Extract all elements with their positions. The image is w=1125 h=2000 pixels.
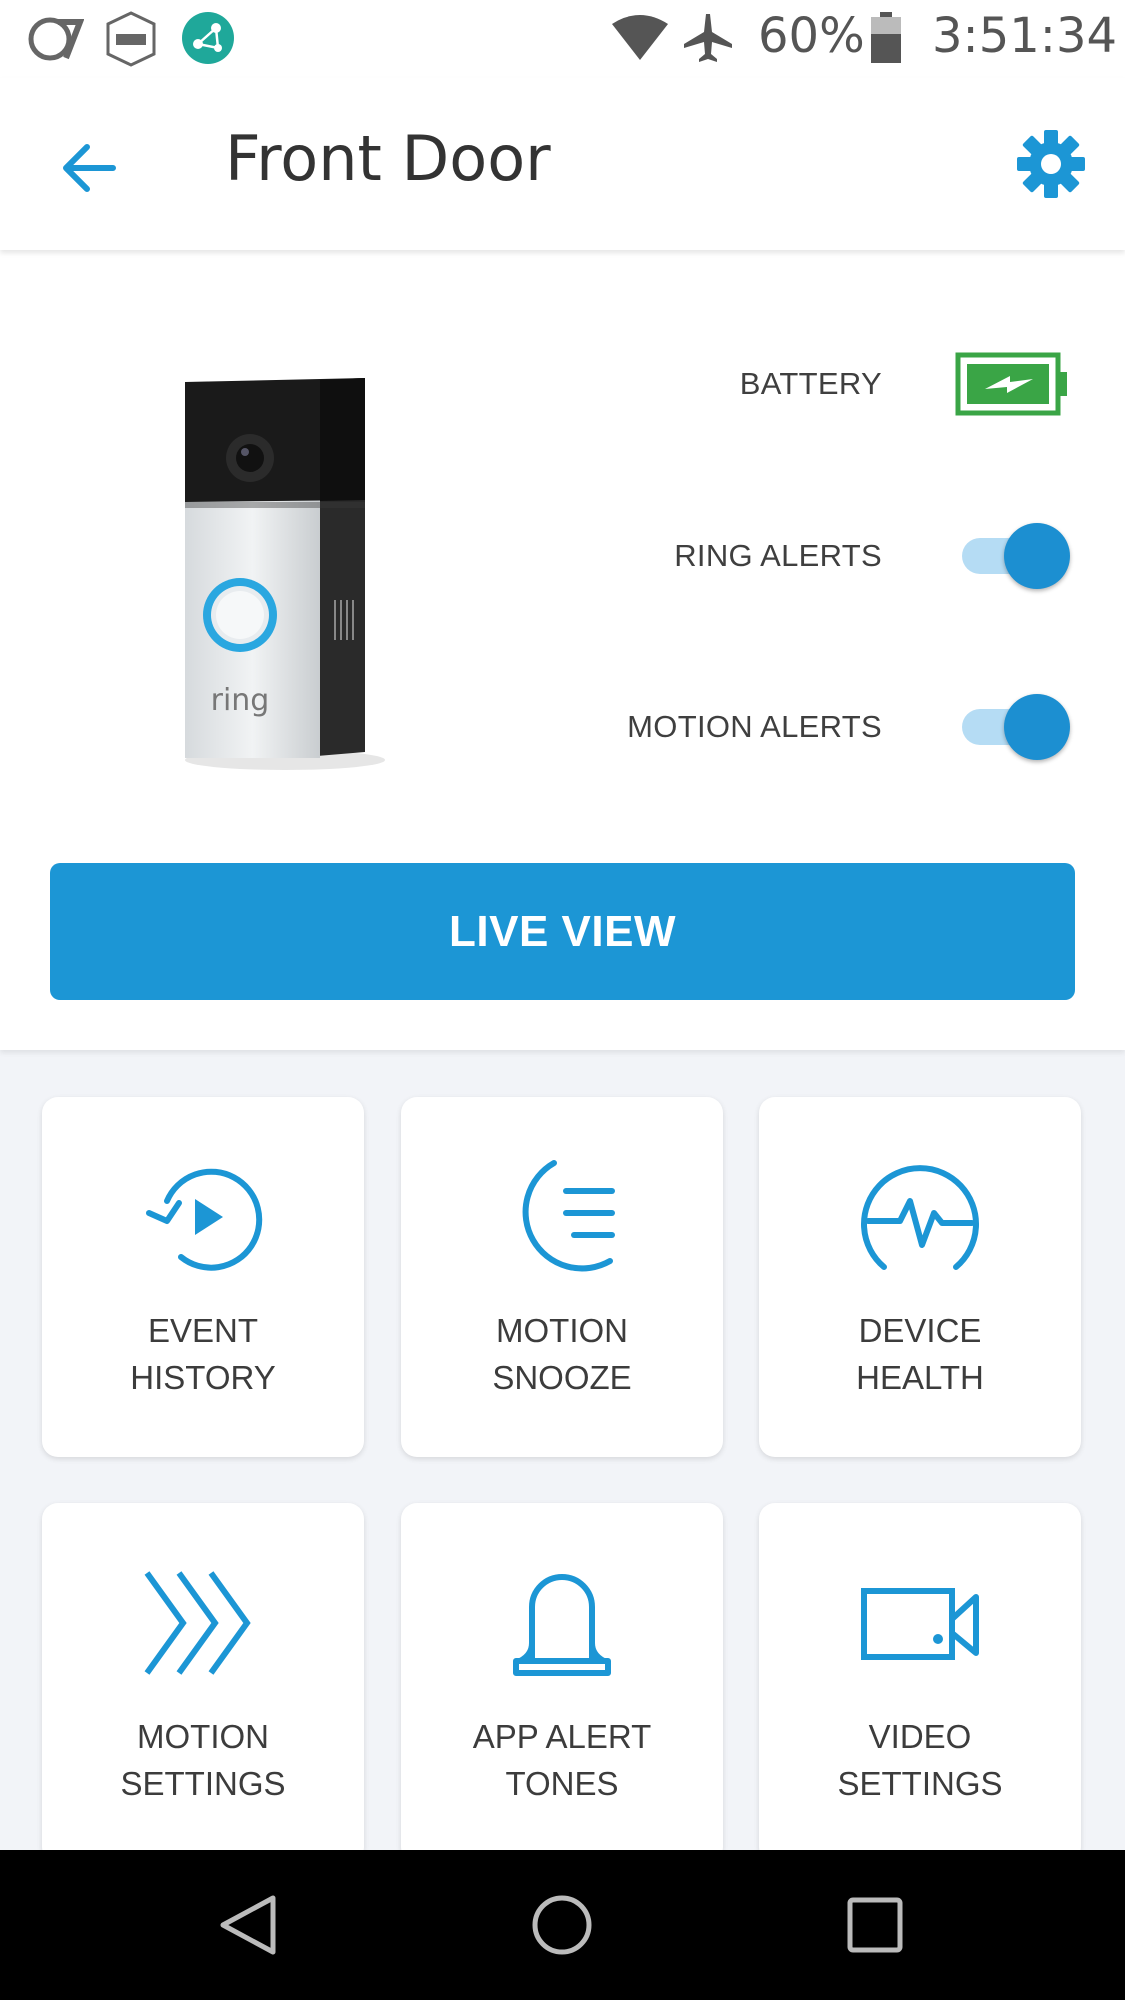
app-alert-tones-tile[interactable]: APP ALERT TONES <box>401 1503 723 1863</box>
tile-label: MOTION SETTINGS <box>120 1718 286 1802</box>
toggle-knob <box>1004 694 1070 760</box>
motion-snooze-icon <box>522 1160 615 1272</box>
clock: 3:51:34 <box>932 8 1118 64</box>
adt-icon <box>106 11 156 67</box>
ring-logo: ring <box>211 683 270 718</box>
toggle-knob <box>1004 523 1070 589</box>
event-history-tile[interactable]: EVENT HISTORY <box>42 1097 364 1457</box>
airplane-mode-icon <box>684 14 732 62</box>
video-camera-icon <box>861 1588 979 1660</box>
wifi-icon <box>612 15 668 60</box>
live-view-button[interactable]: LIVE VIEW <box>50 863 1075 1000</box>
motion-settings-tile[interactable]: MOTION SETTINGS <box>42 1503 364 1863</box>
battery-percent: 60% <box>758 8 865 64</box>
nav-back-icon[interactable] <box>215 1890 285 1960</box>
tile-label: EVENT HISTORY <box>130 1312 276 1396</box>
network-app-icon <box>182 12 234 64</box>
event-history-icon <box>146 1168 263 1271</box>
tile-label: APP ALERT TONES <box>472 1718 652 1802</box>
device-panel: ring BATTERY RING ALERTS MOTION ALERTS L… <box>0 250 1125 1050</box>
bell-icon <box>513 1574 611 1676</box>
nav-recents-icon[interactable] <box>840 1890 910 1960</box>
battery-label: BATTERY <box>739 366 882 401</box>
page-title: Front Door <box>225 122 551 195</box>
app-header: Front Door <box>0 78 1125 250</box>
gear-icon[interactable] <box>1015 128 1087 200</box>
battery-status-icon <box>955 352 1067 416</box>
device-health-tile[interactable]: DEVICE HEALTH <box>759 1097 1081 1457</box>
motion-settings-icon <box>144 1571 251 1675</box>
back-arrow-icon[interactable] <box>55 133 125 203</box>
motion-alerts-label: MOTION ALERTS <box>627 709 882 744</box>
ring-alerts-label: RING ALERTS <box>674 538 882 573</box>
battery-icon <box>871 12 901 63</box>
doorbell-image: ring <box>185 378 385 770</box>
nav-home-icon[interactable] <box>527 1890 597 1960</box>
tile-label: VIDEO SETTINGS <box>837 1718 1003 1802</box>
abc7-icon <box>28 17 84 61</box>
ring-alerts-toggle[interactable] <box>960 520 1070 590</box>
tile-label: MOTION SNOOZE <box>492 1312 632 1396</box>
device-health-icon <box>861 1165 979 1270</box>
tile-label: DEVICE HEALTH <box>856 1312 984 1396</box>
system-nav-bar <box>0 1850 1125 2000</box>
video-settings-tile[interactable]: VIDEO SETTINGS <box>759 1503 1081 1863</box>
status-bar: 60% 3:51:34 <box>0 0 1125 78</box>
motion-alerts-toggle[interactable] <box>960 691 1070 761</box>
motion-snooze-tile[interactable]: MOTION SNOOZE <box>401 1097 723 1457</box>
